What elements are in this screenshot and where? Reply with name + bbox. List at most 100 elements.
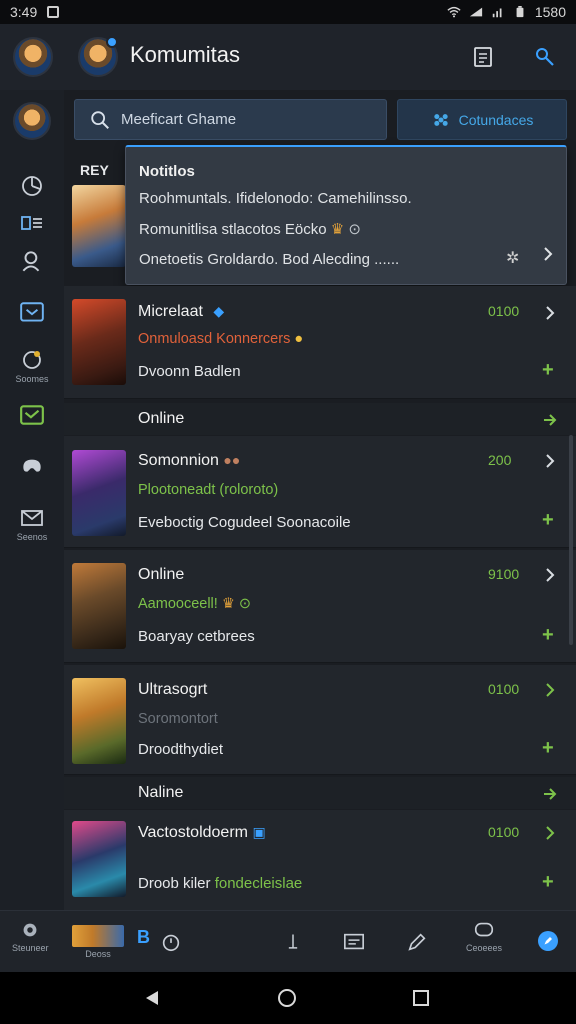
recents-icon[interactable]: [412, 989, 430, 1007]
rail-profile[interactable]: [0, 102, 64, 140]
chat-icon: [474, 922, 494, 937]
search-icon: [91, 110, 109, 129]
chevron-right-icon[interactable]: [540, 246, 556, 262]
list-icon[interactable]: [0, 214, 64, 234]
nav-chat[interactable]: Ceoeees: [466, 919, 502, 953]
section-header-label: Online: [138, 410, 185, 427]
game-banner-thumbnail: [72, 925, 124, 947]
item-status: Aamooceell! ♛ ⊙: [138, 596, 251, 612]
explore-icon: [23, 351, 41, 369]
timer-icon[interactable]: [160, 931, 182, 953]
home-icon[interactable]: [277, 988, 297, 1008]
section-header[interactable]: Online: [64, 403, 576, 435]
section-header[interactable]: Naline: [64, 777, 576, 809]
item-title: Online: [138, 566, 185, 583]
chart-icon[interactable]: [0, 174, 64, 198]
list-item[interactable]: Online 9100 Aamooceell! ♛ ⊙ Boaryay cetb…: [64, 550, 576, 663]
list-item[interactable]: Micrelaat ◆ 0100 Onmuloasd Konnercers ● …: [64, 286, 576, 399]
arrow-right-icon[interactable]: [542, 412, 558, 428]
game-thumbnail[interactable]: [72, 821, 126, 897]
chat-box-icon[interactable]: [0, 300, 64, 326]
nav-letter-text: B: [137, 927, 150, 947]
notification-line: Onetoetis Groldardo. Bod Alecding ......: [139, 251, 400, 268]
item-title: Micrelaat ◆: [138, 303, 224, 321]
scrollbar[interactable]: [569, 435, 573, 645]
check-icon[interactable]: [0, 402, 64, 428]
card-icon[interactable]: [342, 931, 366, 953]
member-count: 0100: [488, 824, 520, 840]
chevron-right-icon[interactable]: [542, 567, 558, 583]
nav-chat-label: Ceoeees: [466, 943, 503, 953]
notification-popup[interactable]: Notitlos Roohmuntals. Ifidelonodo: Cameh…: [125, 145, 567, 285]
nav-letter[interactable]: B: [137, 927, 150, 948]
controller-icon[interactable]: [0, 452, 64, 478]
document-icon[interactable]: [468, 42, 498, 72]
list-item[interactable]: Ultrasogrt 0100 Soromontort Droodthydiet…: [64, 665, 576, 775]
chevron-right-icon[interactable]: [542, 682, 558, 698]
profile-avatar[interactable]: [13, 102, 51, 140]
back-icon[interactable]: [143, 989, 161, 1007]
game-thumbnail[interactable]: [72, 450, 126, 536]
status-time: 3:49: [10, 4, 38, 20]
item-status: Soromontort: [138, 711, 218, 727]
categories-label: Cotundaces: [458, 111, 534, 128]
signal-icon: [469, 7, 482, 17]
item-title: Somonnion ●●: [138, 452, 240, 470]
pin-icon[interactable]: [283, 931, 303, 953]
mail-icon: [21, 510, 43, 526]
item-description: Boaryay cetbrees: [138, 628, 255, 645]
list-item[interactable]: Somonnion ●● 200 Plootoneadt (roloroto) …: [64, 436, 576, 548]
crown-icon: ♛: [330, 221, 345, 238]
item-description-text: Droob kiler: [138, 875, 211, 892]
plus-icon[interactable]: +: [542, 737, 554, 760]
game-thumbnail[interactable]: [72, 185, 126, 267]
side-rail: Soomes Seenos: [0, 90, 64, 910]
rail-games[interactable]: Soomes: [0, 348, 64, 384]
status-bar: 3:49 1580: [0, 0, 576, 24]
plus-icon[interactable]: +: [542, 359, 554, 382]
signal-bars-icon: [492, 8, 502, 18]
section-header-label: Naline: [138, 784, 184, 801]
plus-icon[interactable]: +: [542, 509, 554, 532]
user-avatar[interactable]: [13, 37, 53, 77]
rail-messages-label: Seenos: [16, 532, 48, 542]
item-description: Eveboctig Cogudeel Soonacoile: [138, 514, 351, 531]
search-icon[interactable]: [530, 42, 560, 72]
nav-home[interactable]: Steuneer: [12, 919, 49, 953]
notification-line: Roohmuntals. Ifidelonodo: Camehilinsso.: [139, 190, 412, 207]
edit-icon[interactable]: [406, 931, 428, 953]
categories-button[interactable]: Cotundaces: [397, 99, 567, 140]
game-thumbnail[interactable]: [72, 678, 126, 764]
crown-icon: ♛: [221, 596, 235, 612]
user-search-icon[interactable]: [0, 248, 64, 274]
list-item[interactable]: Vactostoldoerm ▣ 0100 Droob kiler fondec…: [64, 810, 576, 910]
rail-messages[interactable]: Seenos: [0, 506, 64, 542]
badge-icon: ▣: [252, 824, 266, 840]
star-icon[interactable]: ✲: [506, 248, 519, 268]
search-input[interactable]: Meeficart Ghame: [74, 99, 387, 140]
nav-games[interactable]: Deoss: [72, 925, 124, 959]
item-title: Ultrasogrt: [138, 681, 208, 698]
item-status: Plootoneadt (roloroto): [138, 482, 279, 498]
item-status: Onmuloasd Konnercers ●: [138, 331, 303, 347]
notification-line-text: Romunitlisa stlacotos Eöcko: [139, 221, 327, 238]
game-thumbnail[interactable]: [72, 563, 126, 649]
plus-icon[interactable]: +: [542, 871, 554, 894]
verified-icon: ◆: [213, 303, 225, 319]
battery-icon: [516, 6, 524, 18]
item-description: Droob kiler fondecleislae: [138, 875, 302, 892]
chevron-right-icon[interactable]: [542, 825, 558, 841]
game-thumbnail[interactable]: [72, 299, 126, 385]
check-circle-icon: ⊙: [348, 221, 361, 238]
chevron-right-icon[interactable]: [542, 305, 558, 321]
arrow-right-icon[interactable]: [542, 786, 558, 802]
item-status-text: Onmuloasd Konnercers: [138, 331, 291, 347]
item-title-text: Vactostoldoerm: [138, 824, 248, 841]
member-count: 0100: [488, 303, 520, 319]
compose-button[interactable]: [538, 931, 558, 951]
chevron-right-icon[interactable]: [542, 453, 558, 469]
bottom-nav: Steuneer Deoss B Ceoeees: [0, 910, 576, 972]
search-placeholder: Meeficart Ghame: [121, 111, 237, 128]
wifi-icon: [447, 6, 461, 18]
plus-icon[interactable]: +: [542, 624, 554, 647]
